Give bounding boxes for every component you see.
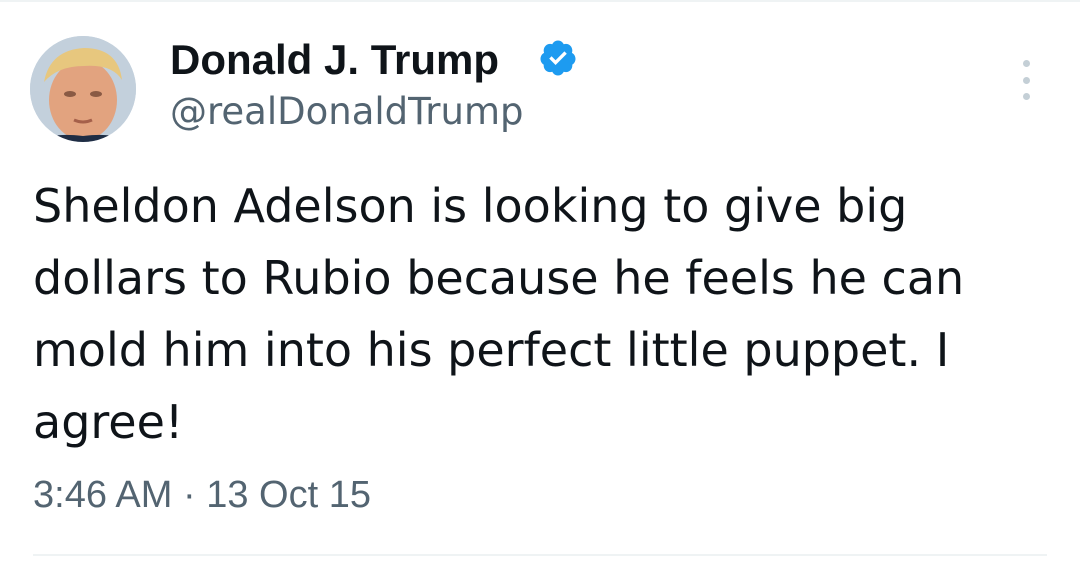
tweet-text: Sheldon Adelson is looking to give big d… (33, 179, 965, 449)
display-name[interactable]: Donald J. Trump (170, 36, 499, 84)
more-dot (1022, 76, 1030, 84)
verified-badge-icon (540, 40, 576, 76)
more-dot (1022, 93, 1030, 100)
more-dot (1022, 60, 1030, 67)
more-options-icon[interactable] (1008, 56, 1044, 104)
top-divider (0, 0, 1080, 2)
tweet-timestamp[interactable]: 3:46 AM · 13 Oct 15 (33, 472, 371, 518)
handle[interactable]: @realDonaldTrump (170, 90, 524, 134)
avatar-image (30, 36, 136, 142)
bottom-divider (33, 554, 1047, 556)
avatar[interactable] (30, 36, 136, 142)
